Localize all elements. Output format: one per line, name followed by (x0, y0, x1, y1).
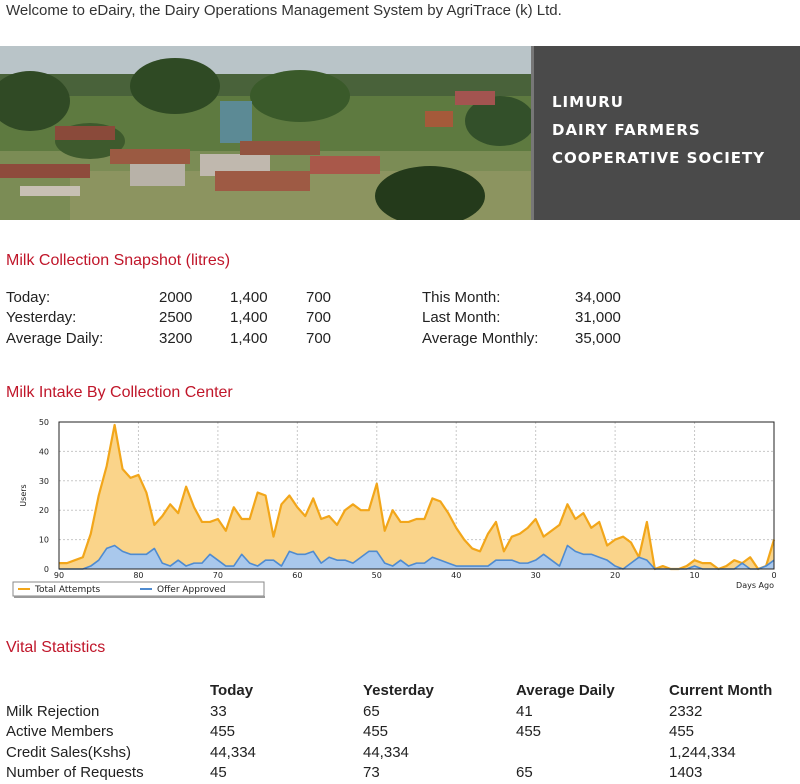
table-cell: 1403 (669, 764, 703, 781)
org-name-line-2: DAIRY FARMERS (552, 121, 701, 139)
x-axis-label: Days Ago (736, 581, 774, 590)
table-cell: 41 (516, 703, 533, 720)
snapshot-value: 35,000 (575, 330, 621, 347)
table-cell: 33 (210, 703, 227, 720)
x-tick-label: 80 (133, 571, 143, 580)
snapshot-value: 2000 (159, 289, 193, 306)
table-cell: 455 (669, 723, 695, 740)
intake-title: Milk Intake By Collection Center (6, 384, 233, 401)
chart-svg: 0 10 20 30 40 50 90 80 70 60 50 40 30 20 10 0 Users Days … (12, 418, 777, 598)
org-name-line-3: COOPERATIVE SOCIETY (552, 149, 766, 167)
snapshot-value: 1,400 (230, 309, 268, 326)
table-cell: 65 (516, 764, 533, 781)
table-cell: 1,244,334 (669, 744, 736, 761)
snapshot-value: 31,000 (575, 309, 621, 326)
y-tick-label: 40 (39, 447, 49, 456)
table-cell: 455 (363, 723, 389, 740)
row-label: Active Members (6, 723, 114, 740)
snapshot-value: 700 (306, 309, 332, 326)
snapshot-label: This Month: (422, 289, 501, 306)
column-header: Average Daily (516, 682, 615, 699)
table-cell: 73 (363, 764, 380, 781)
snapshot-label: Last Month: (422, 309, 501, 326)
y-axis-label: Users (19, 484, 28, 506)
x-tick-label: 90 (54, 571, 64, 580)
y-tick-label: 30 (39, 477, 49, 486)
legend-label-total: Total Attempts (34, 585, 100, 595)
y-tick-label: 20 (39, 506, 49, 515)
vital-title: Vital Statistics (6, 639, 106, 656)
x-tick-label: 10 (689, 571, 699, 580)
welcome-text: Welcome to eDairy, the Dairy Operations … (6, 2, 562, 19)
table-cell: 45 (210, 764, 227, 781)
total-attempts-area (59, 424, 774, 569)
x-tick-label: 30 (531, 571, 541, 580)
legend-label-approved: Offer Approved (157, 585, 226, 595)
village-landscape-photo (0, 46, 531, 220)
snapshot-value: 700 (306, 289, 332, 306)
table-cell: 2332 (669, 703, 703, 720)
snapshot-value: 700 (306, 330, 332, 347)
table-cell: 455 (516, 723, 542, 740)
x-tick-label: 50 (372, 571, 382, 580)
snapshot-value: 1,400 (230, 330, 268, 347)
x-tick-label: 70 (213, 571, 223, 580)
x-tick-label: 0 (771, 571, 776, 580)
x-tick-label: 20 (610, 571, 620, 580)
snapshot-value: 1,400 (230, 289, 268, 306)
snapshot-label: Average Daily: (6, 330, 104, 347)
milk-intake-chart: 0 10 20 30 40 50 90 80 70 60 50 40 30 20 10 0 Users Days … (0, 415, 790, 605)
y-tick-label: 0 (44, 565, 49, 574)
column-header: Current Month (669, 682, 773, 699)
row-label: Milk Rejection (6, 703, 100, 720)
snapshot-value: 34,000 (575, 289, 621, 306)
y-tick-label: 50 (39, 418, 49, 427)
table-cell: 65 (363, 703, 380, 720)
row-label: Credit Sales(Kshs) (6, 744, 132, 761)
snapshot-label: Yesterday: (6, 309, 77, 326)
y-tick-label: 10 (39, 536, 49, 545)
x-tick-label: 60 (292, 571, 302, 580)
table-cell: 44,334 (363, 744, 409, 761)
column-header: Yesterday (363, 682, 434, 699)
banner: LIMURU DAIRY FARMERS COOPERATIVE SOCIETY (0, 46, 800, 220)
organization-name-panel: LIMURU DAIRY FARMERS COOPERATIVE SOCIETY (531, 46, 800, 220)
snapshot-label: Today: (6, 289, 51, 306)
legend-shadow (14, 596, 265, 598)
snapshot-value: 2500 (159, 309, 193, 326)
column-header: Today (210, 682, 254, 699)
x-tick-label: 40 (451, 571, 461, 580)
org-name-line-1: LIMURU (552, 93, 624, 111)
snapshot-title: Milk Collection Snapshot (litres) (6, 252, 231, 269)
table-cell: 455 (210, 723, 236, 740)
table-cell: 44,334 (210, 744, 256, 761)
snapshot-value: 3200 (159, 330, 193, 347)
row-label: Number of Requests (6, 764, 144, 781)
snapshot-label: Average Monthly: (422, 330, 539, 347)
